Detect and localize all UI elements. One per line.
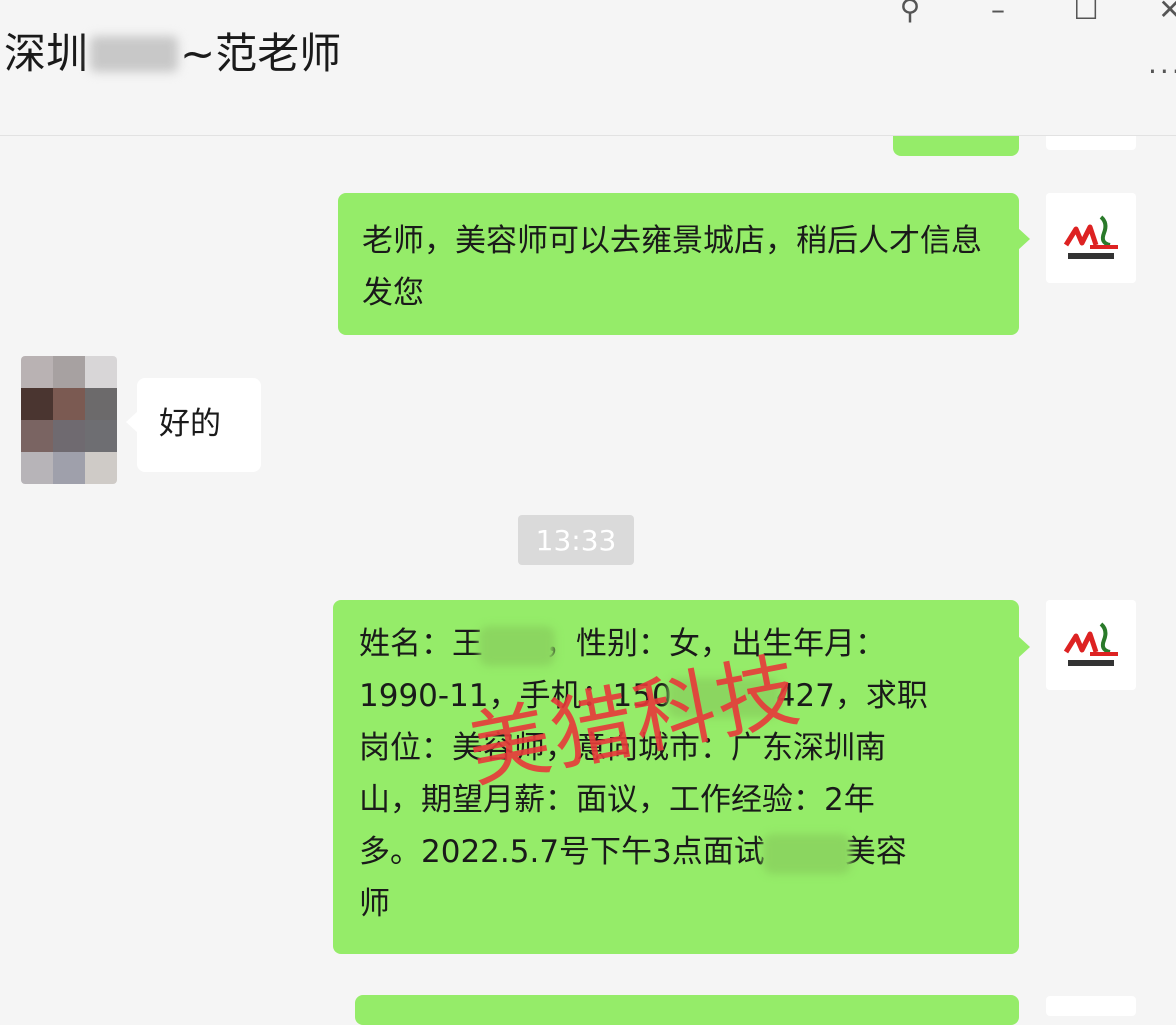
company-logo-icon[interactable]: [1046, 600, 1136, 690]
company-logo-icon[interactable]: [1046, 193, 1136, 283]
next-message-bubble: [355, 995, 1019, 1025]
avatar: [1046, 996, 1136, 1016]
message-bubble[interactable]: 老师，美容师可以去雍景城店，稍后人才信息发您: [338, 193, 1030, 335]
avatar[interactable]: [21, 356, 117, 484]
redacted-text: [90, 36, 179, 72]
pin-icon[interactable]: ⚲: [892, 0, 928, 26]
close-icon[interactable]: ✕: [1152, 0, 1176, 26]
more-icon[interactable]: ···: [1148, 55, 1176, 85]
minimize-icon[interactable]: –: [980, 0, 1016, 26]
timestamp: 13:33: [518, 515, 634, 565]
message-line: 多。2022.5.7号下午3点面试 美容: [359, 826, 993, 878]
redacted-text: [762, 833, 851, 874]
maximize-icon[interactable]: ☐: [1068, 0, 1104, 26]
message-list[interactable]: 老师，美容师可以去雍景城店，稍后人才信息发您 好的 13:33 姓名：王 ，性别：…: [0, 0, 1176, 1025]
message-line: 师: [359, 886, 390, 922]
message-line: 山，期望月薪：面议，工作经验：2年: [359, 782, 875, 818]
message-text: 老师，美容师可以去雍景城店，稍后人才信息发您: [362, 223, 982, 311]
chat-header: 深圳 ~范老师 ⚲ – ☐ ✕ ···: [0, 0, 1176, 136]
chat-title[interactable]: 深圳 ~范老师: [4, 24, 341, 84]
redacted-text: [479, 625, 555, 666]
message-text: 好的: [159, 406, 221, 442]
message-bubble[interactable]: 好的: [126, 378, 261, 472]
